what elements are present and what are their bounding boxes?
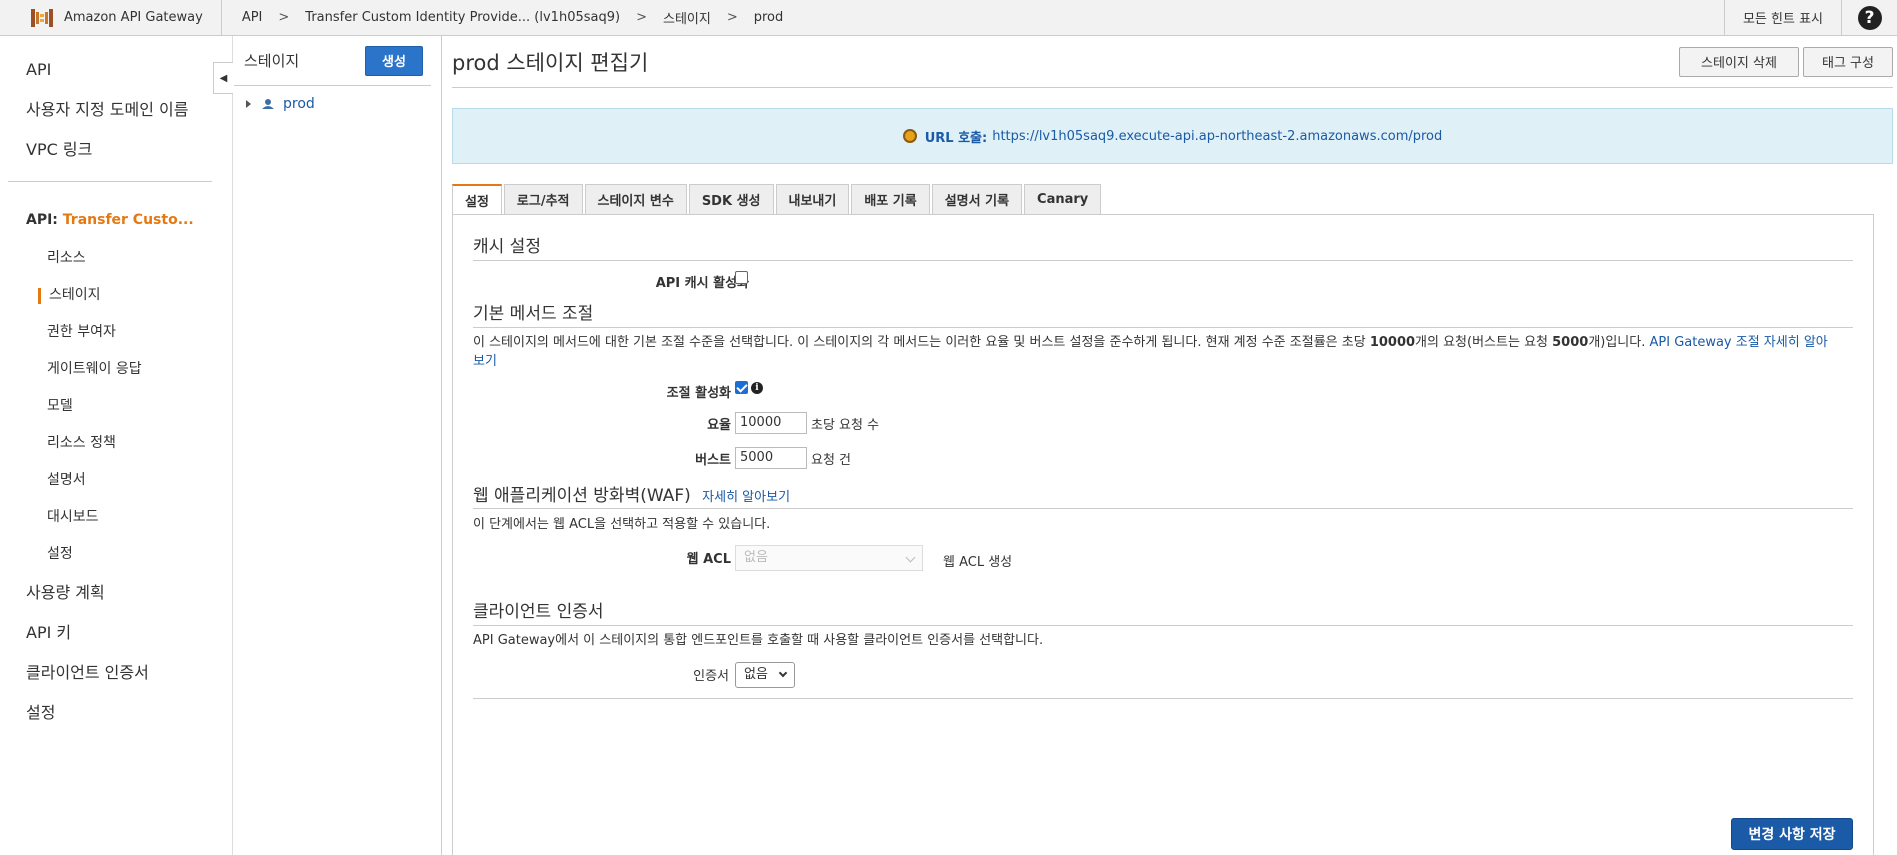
section-divider bbox=[473, 327, 1853, 328]
api-prefix: API: bbox=[26, 212, 58, 228]
sidebar-item-dashboard[interactable]: 대시보드 bbox=[0, 499, 232, 536]
sidebar-item-models[interactable]: 모델 bbox=[0, 388, 232, 425]
sidebar-item-stages[interactable]: 스테이지 bbox=[0, 277, 232, 314]
section-divider bbox=[473, 260, 1853, 261]
sidebar-item-resource-policy[interactable]: 리소스 정책 bbox=[0, 425, 232, 462]
tab-documentation-history[interactable]: 설명서 기록 bbox=[931, 184, 1023, 214]
page-title: prod 스테이지 편집기 bbox=[452, 50, 649, 75]
breadcrumb-api[interactable]: API bbox=[242, 10, 263, 25]
sidebar-item-api-keys[interactable]: API 키 bbox=[0, 613, 232, 653]
web-acl-select: 없음 bbox=[735, 545, 923, 571]
help-icon: ? bbox=[1857, 5, 1882, 30]
tab-logs-tracing[interactable]: 로그/추적 bbox=[503, 184, 583, 214]
sidebar-divider bbox=[8, 181, 212, 182]
stage-tree-label: prod bbox=[283, 96, 315, 112]
sidebar-item-usage-plans[interactable]: 사용량 계획 bbox=[0, 573, 232, 613]
section-divider bbox=[473, 698, 1853, 699]
client-cert-description: API Gateway에서 이 스테이지의 통합 엔드포인트를 호출할 때 사용… bbox=[473, 633, 1044, 648]
sidebar-item-resources[interactable]: 리소스 bbox=[0, 240, 232, 277]
throttle-description: 이 스테이지의 메서드에 대한 기본 조절 수준을 선택합니다. 이 스테이지의… bbox=[473, 335, 1828, 369]
settings-panel: 캐시 설정 API 캐시 활성화 기본 메서드 조절 이 스테이지의 메서드에 … bbox=[452, 214, 1874, 855]
sidebar-item-authorizers[interactable]: 권한 부여자 bbox=[0, 314, 232, 351]
rate-label: 요율 bbox=[707, 418, 731, 433]
stage-tabs: 설정 로그/추적 스테이지 변수 SDK 생성 내보내기 배포 기록 설명서 기… bbox=[452, 184, 1103, 214]
breadcrumb-stages[interactable]: 스테이지 bbox=[663, 8, 711, 27]
burst-input[interactable]: 5000 bbox=[735, 447, 807, 469]
rate-unit: 초당 요청 수 bbox=[811, 418, 880, 433]
throttle-enable-checkbox[interactable] bbox=[735, 381, 748, 394]
breadcrumb-api-name[interactable]: Transfer Custom Identity Provide... (lv1… bbox=[305, 10, 620, 25]
certificate-select[interactable]: 없음 bbox=[735, 662, 795, 688]
stages-panel: 스테이지 생성 prod bbox=[234, 36, 442, 855]
api-name: Transfer Custo... bbox=[62, 212, 194, 228]
section-divider bbox=[473, 625, 1853, 626]
sidebar-item-apis[interactable]: API bbox=[0, 50, 232, 90]
sidebar-item-documentation[interactable]: 설명서 bbox=[0, 462, 232, 499]
configure-tags-button[interactable]: 태그 구성 bbox=[1803, 46, 1893, 77]
info-icon[interactable]: i bbox=[751, 382, 763, 394]
sidebar-item-gateway-responses[interactable]: 게이트웨이 응답 bbox=[0, 351, 232, 388]
throttle-enable-label: 조절 활성화 bbox=[666, 386, 731, 401]
waf-section-title: 웹 애플리케이션 방화벽(WAF) 자세히 알아보기 bbox=[473, 486, 791, 506]
waf-description: 이 단계에서는 웹 ACL을 선택하고 적용할 수 있습니다. bbox=[473, 517, 771, 532]
top-bar: Amazon API Gateway API > Transfer Custom… bbox=[0, 0, 1897, 36]
section-divider bbox=[473, 508, 1853, 509]
breadcrumb-separator: > bbox=[636, 10, 647, 25]
invoke-url-label: URL 호출: bbox=[924, 130, 988, 146]
collapse-arrow-icon: ◀ bbox=[219, 72, 228, 84]
create-web-acl-link[interactable]: 웹 ACL 생성 bbox=[943, 551, 1012, 570]
invoke-url-banner: URL 호출: https://lv1h05saq9.execute-api.a… bbox=[452, 108, 1893, 164]
cache-section-title: 캐시 설정 bbox=[473, 237, 541, 257]
breadcrumb-separator: > bbox=[726, 10, 738, 25]
breadcrumb: API > Transfer Custom Identity Provide..… bbox=[222, 8, 1724, 27]
burst-label: 버스트 bbox=[695, 453, 731, 468]
breadcrumb-separator: > bbox=[278, 10, 290, 25]
stage-editor: prod 스테이지 편집기 스테이지 삭제 태그 구성 URL 호출: http… bbox=[452, 36, 1897, 855]
sidebar-item-api-settings[interactable]: 설정 bbox=[0, 536, 232, 573]
chevron-down-icon bbox=[778, 668, 788, 678]
help-button[interactable]: ? bbox=[1841, 0, 1897, 36]
delete-stage-button[interactable]: 스테이지 삭제 bbox=[1679, 46, 1799, 77]
collapse-sidebar-button[interactable]: ◀ bbox=[213, 62, 233, 94]
sidebar-item-custom-domains[interactable]: 사용자 지정 도메인 이름 bbox=[0, 90, 232, 130]
stage-tree-item-prod[interactable]: prod bbox=[234, 86, 441, 112]
invoke-url-link[interactable]: https://lv1h05saq9.execute-api.ap-northe… bbox=[992, 129, 1442, 144]
api-gateway-logo-icon bbox=[31, 8, 53, 27]
tab-stage-variables[interactable]: 스테이지 변수 bbox=[584, 184, 687, 214]
tab-export[interactable]: 내보내기 bbox=[775, 184, 850, 214]
sidebar-item-vpc-links[interactable]: VPC 링크 bbox=[0, 130, 232, 170]
burst-unit: 요청 건 bbox=[811, 453, 852, 468]
sidebar-api-title[interactable]: API: Transfer Custo... bbox=[0, 200, 232, 240]
app-name: Amazon API Gateway bbox=[64, 10, 203, 25]
tab-canary[interactable]: Canary bbox=[1024, 184, 1102, 214]
client-cert-section-title: 클라이언트 인증서 bbox=[473, 602, 604, 622]
expand-arrow-icon[interactable] bbox=[246, 100, 251, 108]
save-changes-button[interactable]: 변경 사항 저장 bbox=[1731, 818, 1853, 850]
rate-input[interactable]: 10000 bbox=[735, 412, 807, 434]
web-acl-label: 웹 ACL bbox=[686, 552, 731, 567]
sidebar-item-settings[interactable]: 설정 bbox=[0, 693, 232, 733]
chevron-down-icon bbox=[905, 552, 916, 563]
certificate-label: 인증서 bbox=[693, 669, 729, 684]
tab-settings[interactable]: 설정 bbox=[452, 184, 502, 214]
sidebar-item-client-certificates[interactable]: 클라이언트 인증서 bbox=[0, 653, 232, 693]
throttle-section-title: 기본 메서드 조절 bbox=[473, 304, 594, 324]
stages-title: 스테이지 bbox=[244, 52, 300, 70]
create-stage-button[interactable]: 생성 bbox=[365, 45, 423, 76]
breadcrumb-prod[interactable]: prod bbox=[754, 10, 784, 25]
stage-icon bbox=[262, 99, 274, 109]
show-all-hints-button[interactable]: 모든 힌트 표시 bbox=[1723, 0, 1841, 36]
cache-enable-label: API 캐시 활성화 bbox=[655, 276, 749, 291]
tab-sdk-generation[interactable]: SDK 생성 bbox=[688, 184, 774, 214]
service-home-link[interactable]: Amazon API Gateway bbox=[0, 0, 222, 36]
sidebar: API 사용자 지정 도메인 이름 VPC 링크 API: Transfer C… bbox=[0, 36, 233, 855]
invoke-url-icon bbox=[902, 129, 917, 143]
waf-learn-more-link[interactable]: 자세히 알아보기 bbox=[702, 490, 790, 505]
tab-deployment-history[interactable]: 배포 기록 bbox=[851, 184, 930, 214]
cache-enable-checkbox[interactable] bbox=[735, 271, 748, 284]
